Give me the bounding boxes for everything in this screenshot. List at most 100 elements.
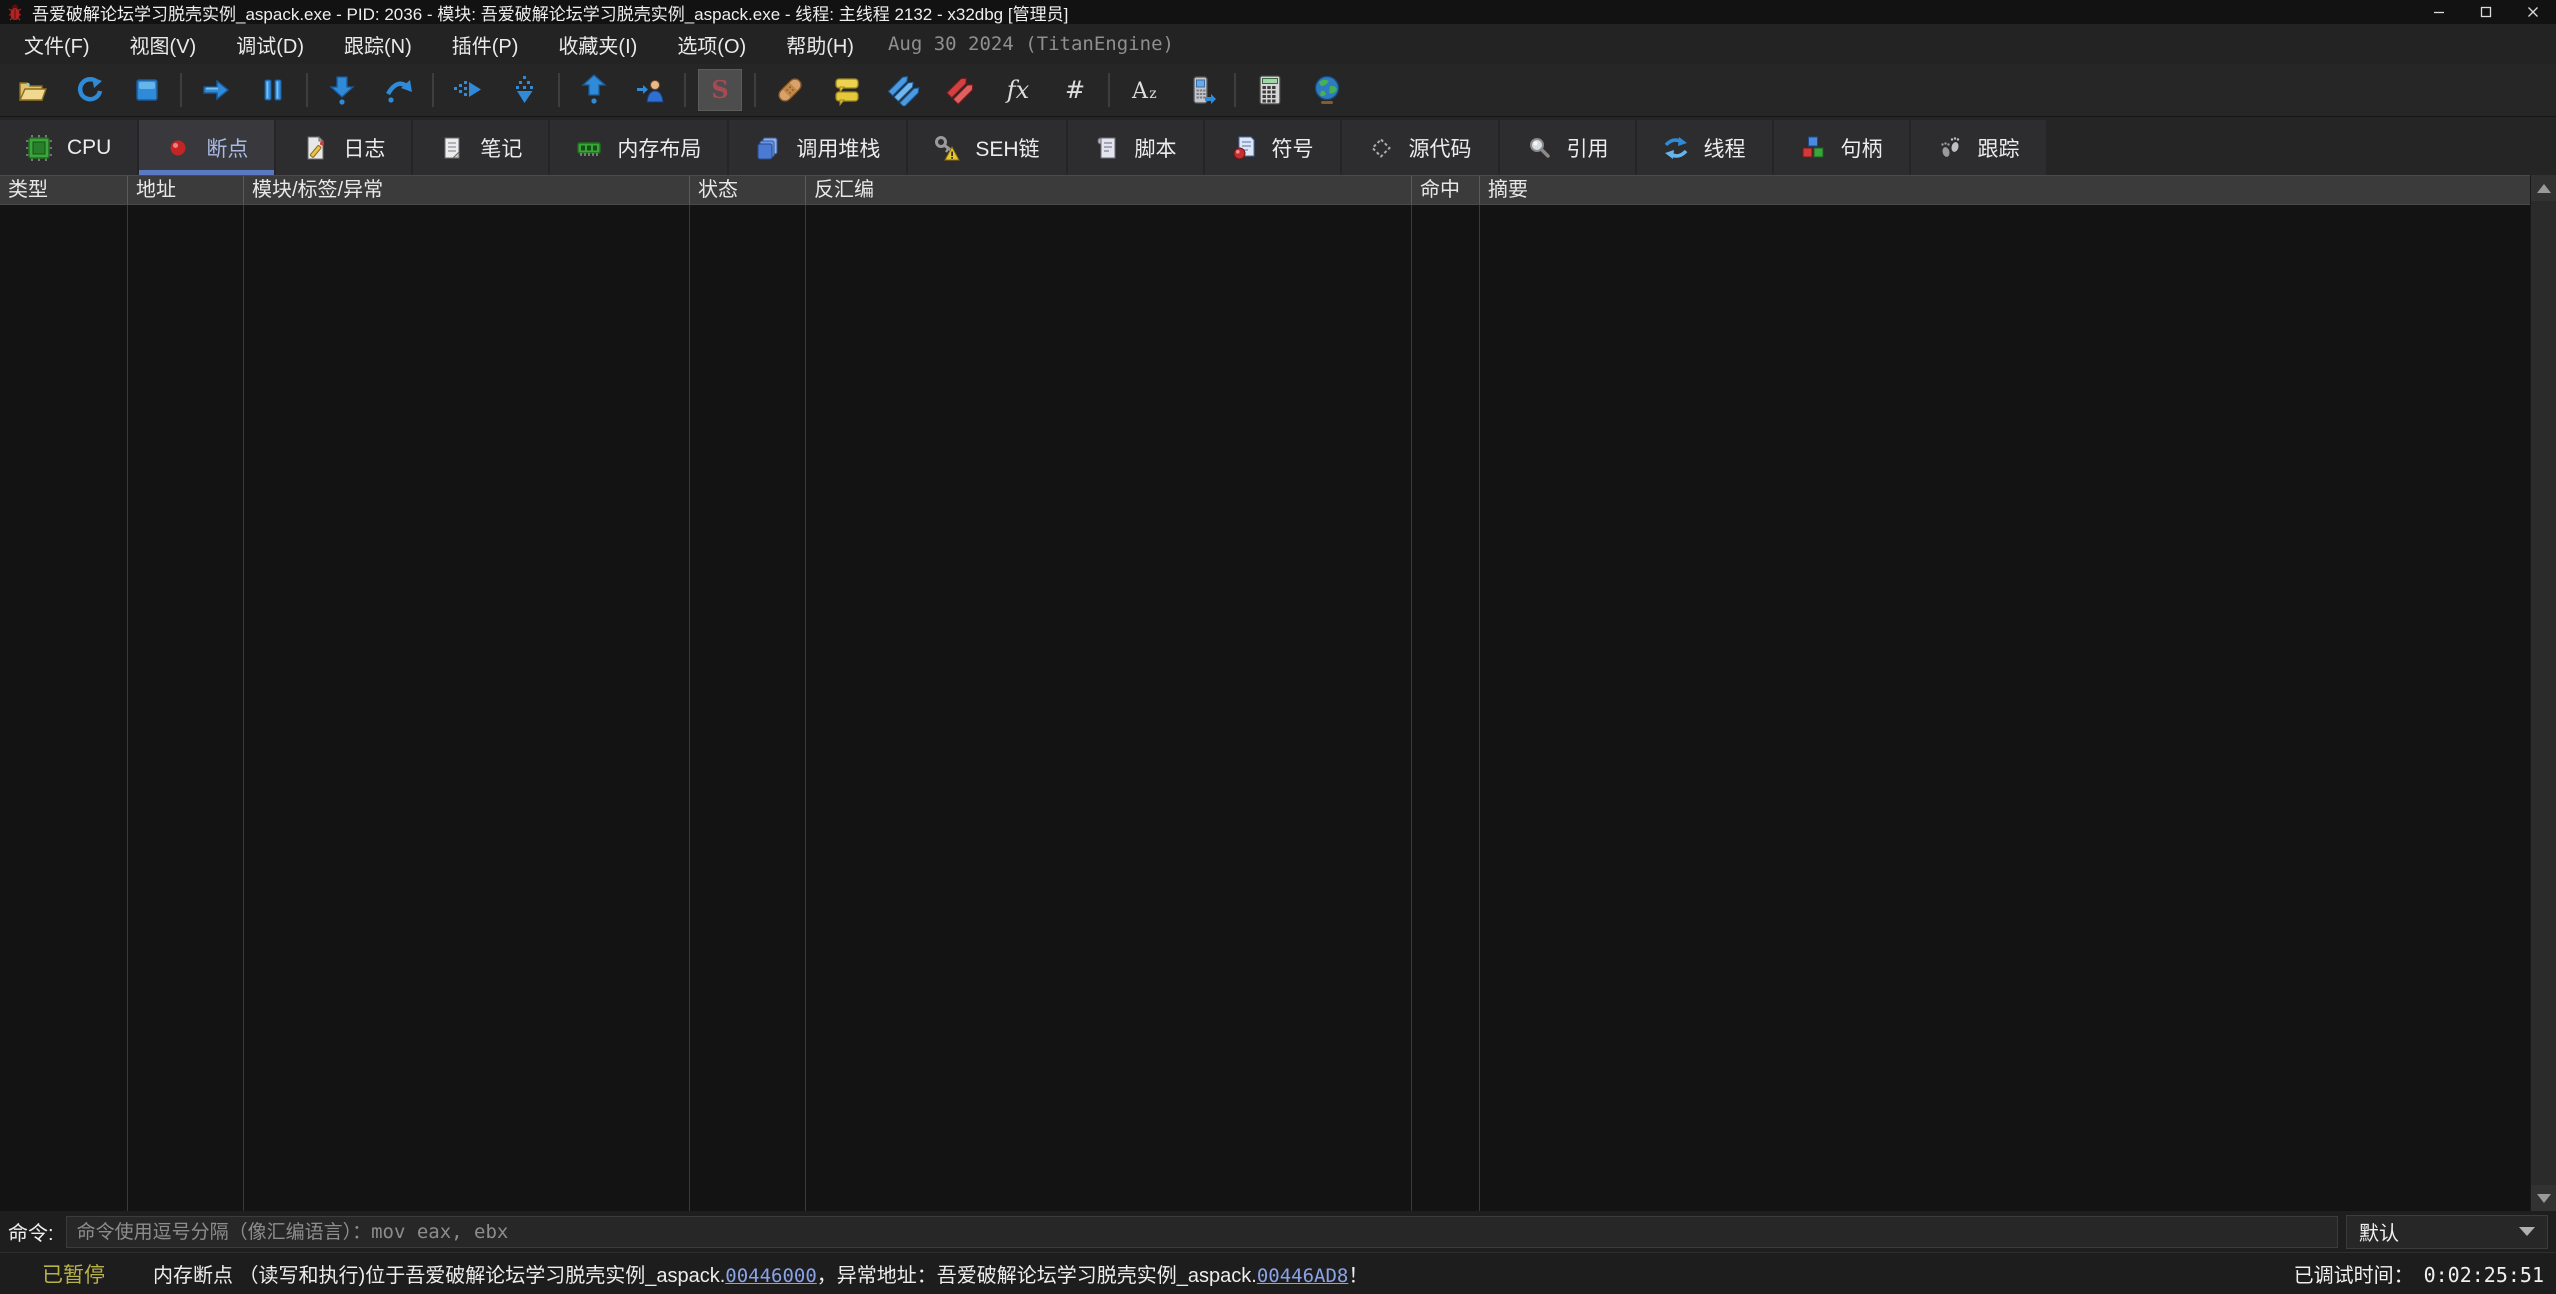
command-profile-value: 默认: [2359, 1223, 2399, 1245]
tab-notes[interactable]: 笔记: [413, 120, 549, 175]
phone-button[interactable]: [1172, 67, 1229, 113]
tab-breakpoints[interactable]: 断点: [139, 120, 275, 175]
threads-icon: [1663, 135, 1689, 161]
tab-threads[interactable]: 线程: [1636, 120, 1772, 175]
breakpoints-icon: [945, 77, 973, 105]
menu-favourites[interactable]: 收藏夹(I): [538, 24, 657, 64]
menu-trace[interactable]: 跟踪(N): [324, 24, 432, 64]
symbols-icon: [1231, 135, 1257, 161]
scrollbar-track[interactable]: [2531, 201, 2556, 1185]
svg-text:S: S: [711, 75, 728, 104]
execute-till-return-button[interactable]: [565, 67, 622, 113]
vertical-scrollbar[interactable]: [2530, 175, 2556, 1211]
tab-call-stack[interactable]: 调用堆栈: [729, 120, 907, 175]
scroll-down-button[interactable]: [2531, 1185, 2556, 1211]
breakpoints-button[interactable]: [932, 67, 989, 113]
menu-options[interactable]: 选项(O): [657, 24, 766, 64]
status-message: 内存断点 （读写和执行)位于吾爱破解论坛学习脱壳实例_aspack.004460…: [153, 1259, 1368, 1288]
tab-label: 线程: [1703, 137, 1746, 161]
scroll-up-icon: [2536, 183, 2551, 193]
grid-line: [1411, 205, 1412, 1211]
x32dbg-window: 吾爱破解论坛学习脱壳实例_aspack.exe - PID: 2036 - 模块…: [0, 0, 2556, 1294]
strings-button[interactable]: A z: [1115, 67, 1172, 113]
window-controls: [2415, 0, 2556, 24]
tab-memory-map[interactable]: 内存布局: [550, 120, 728, 175]
grid-line: [127, 205, 128, 1211]
menu-file[interactable]: 文件(F): [4, 24, 110, 64]
comments-button[interactable]: [818, 67, 875, 113]
tab-label: 调用堆栈: [796, 137, 881, 161]
globe-button[interactable]: [1298, 67, 1355, 113]
source-icon: [1368, 135, 1394, 161]
labels-button[interactable]: [875, 67, 932, 113]
labels-icon: [887, 75, 919, 106]
stop-button[interactable]: [118, 67, 175, 113]
patches-button[interactable]: [761, 67, 818, 113]
column-header-hits[interactable]: 命中: [1412, 176, 1480, 204]
toolbar-separator: [432, 73, 434, 107]
functions-button[interactable]: fx: [989, 67, 1046, 113]
scroll-up-button[interactable]: [2531, 175, 2556, 201]
tab-seh-chain[interactable]: SEH链: [908, 120, 1066, 175]
menu-debug[interactable]: 调试(D): [216, 24, 324, 64]
tab-handles[interactable]: 句柄: [1773, 120, 1909, 175]
tab-label: 跟踪: [1977, 137, 2020, 161]
toolbar-separator: [306, 73, 308, 107]
svg-text:A: A: [1131, 79, 1149, 104]
restart-button[interactable]: [61, 67, 118, 113]
step-into-button[interactable]: [313, 67, 370, 113]
toolbar-separator: [1108, 73, 1110, 107]
globe-icon: [1314, 75, 1339, 104]
column-header-type[interactable]: 类型: [0, 176, 128, 204]
run-to-user-code-button[interactable]: [622, 67, 679, 113]
close-button[interactable]: [2509, 0, 2556, 24]
debug-time-label: 已调试时间：: [2293, 1265, 2414, 1287]
step-over-button[interactable]: [370, 67, 427, 113]
menu-view[interactable]: 视图(V): [110, 24, 217, 64]
table-body-empty[interactable]: [0, 205, 2530, 1211]
tab-log[interactable]: 日志: [276, 120, 412, 175]
open-file-button[interactable]: [4, 67, 61, 113]
column-header-state[interactable]: 状态: [690, 176, 806, 204]
status-message-text: ，异常地址：吾爱破解论坛学习脱壳实例_aspack.: [816, 1265, 1257, 1287]
functions-icon: fx: [1004, 76, 1029, 104]
tab-source[interactable]: 源代码: [1341, 120, 1498, 175]
trace-into-button[interactable]: [496, 67, 553, 113]
hash-button[interactable]: #: [1046, 67, 1103, 113]
command-input[interactable]: [65, 1215, 2338, 1248]
column-header-address[interactable]: 地址: [128, 176, 244, 204]
tab-script[interactable]: 脚本: [1067, 120, 1203, 175]
command-profile-dropdown[interactable]: 默认: [2346, 1214, 2548, 1249]
run-button[interactable]: [187, 67, 244, 113]
trace-over-button[interactable]: [439, 67, 496, 113]
pause-button[interactable]: [244, 67, 301, 113]
column-header-disassembly[interactable]: 反汇编: [806, 176, 1412, 204]
tab-cpu[interactable]: CPU: [0, 120, 138, 175]
column-header-module-label-exception[interactable]: 模块/标签/异常: [244, 176, 690, 204]
tab-label: SEH链: [975, 137, 1040, 161]
menu-plugins[interactable]: 插件(P): [432, 24, 539, 64]
debug-state-badge: 已暂停: [42, 1263, 105, 1287]
call-stack-icon: [755, 135, 781, 161]
menu-help[interactable]: 帮助(H): [766, 24, 874, 64]
tab-label: 引用: [1566, 137, 1609, 161]
tab-references[interactable]: 引用: [1499, 120, 1635, 175]
step-into-icon: [328, 76, 355, 105]
svg-text:#: #: [1064, 76, 1084, 104]
chevron-down-icon: [2519, 1227, 2535, 1236]
column-header-summary[interactable]: 摘要: [1480, 176, 2530, 204]
maximize-button[interactable]: [2462, 0, 2509, 24]
breakpoints-table: 类型 地址 模块/标签/异常 状态 反汇编 命中 摘要: [0, 175, 2530, 1211]
toolbar-separator: [684, 73, 686, 107]
tab-trace[interactable]: 跟踪: [1910, 120, 2046, 175]
scylla-button[interactable]: S: [698, 69, 742, 111]
minimize-button[interactable]: [2415, 0, 2462, 24]
toolbar-separator: [558, 73, 560, 107]
address-link[interactable]: 00446AD8: [1257, 1265, 1349, 1287]
tab-symbols[interactable]: 符号: [1204, 120, 1340, 175]
calculator-button[interactable]: [1241, 67, 1298, 113]
address-link[interactable]: 00446000: [725, 1265, 817, 1287]
minimize-icon: [2433, 11, 2444, 14]
window-title: 吾爱破解论坛学习脱壳实例_aspack.exe - PID: 2036 - 模块…: [32, 4, 1069, 24]
svg-text:fx: fx: [1004, 76, 1029, 104]
